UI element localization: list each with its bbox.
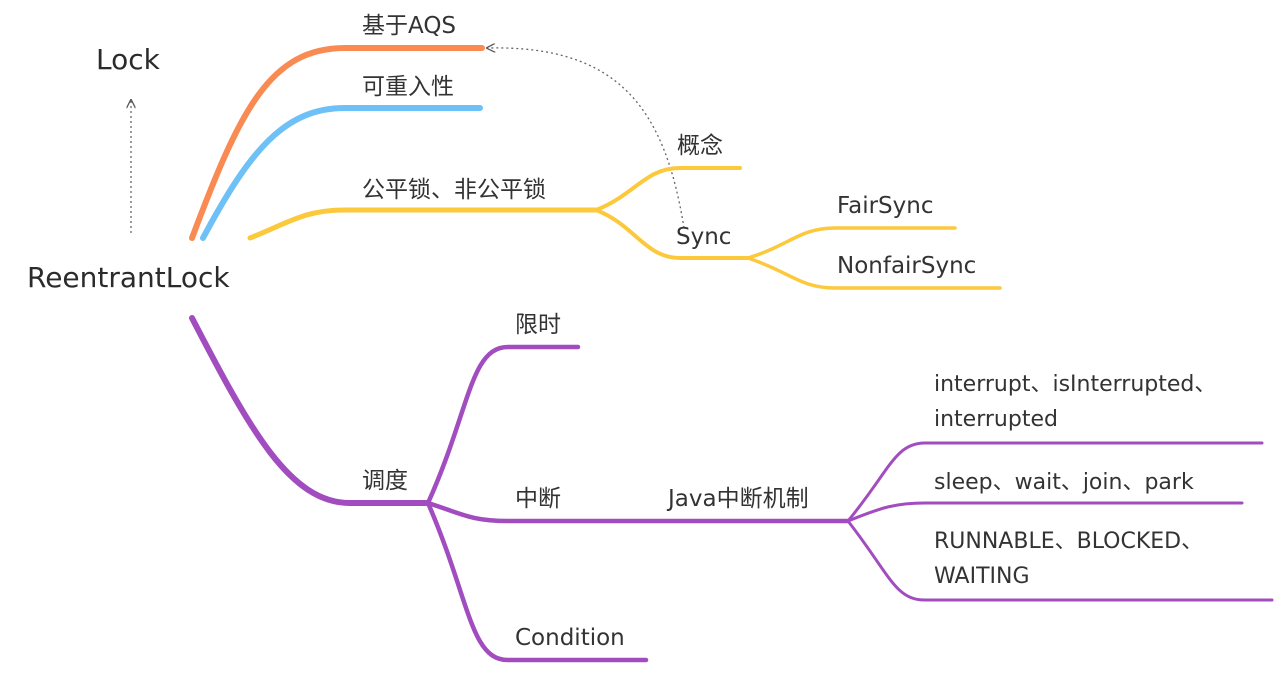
- node-fairsync[interactable]: FairSync: [837, 195, 934, 218]
- branch-line-timed: [425, 344, 581, 506]
- node-concept[interactable]: 概念: [677, 135, 723, 158]
- node-lock[interactable]: Lock: [96, 46, 160, 74]
- node-blocking-methods[interactable]: sleep、wait、join、park: [934, 465, 1194, 500]
- node-aqs[interactable]: 基于AQS: [362, 15, 456, 38]
- node-thread-states[interactable]: RUNNABLE、BLOCKED、 WAITING: [934, 524, 1203, 594]
- node-interrupt[interactable]: 中断: [515, 488, 561, 511]
- interrupt-methods-line-1: interrupt、isInterrupted、: [934, 372, 1217, 397]
- node-schedule[interactable]: 调度: [362, 470, 408, 493]
- branch-line-fairness: [247, 207, 599, 241]
- node-nonfairsync[interactable]: NonfairSync: [837, 255, 976, 278]
- node-fairness[interactable]: 公平锁、非公平锁: [362, 179, 546, 202]
- branch-line-reentrant: [200, 105, 483, 241]
- branch-line-blocking: [846, 501, 1244, 523]
- thread-states-line-1: RUNNABLE、BLOCKED、: [934, 529, 1204, 554]
- node-condition[interactable]: Condition: [515, 627, 625, 650]
- thread-states-line-2: WAITING: [934, 564, 1030, 590]
- node-reentrant[interactable]: 可重入性: [362, 76, 454, 99]
- node-java-interrupt[interactable]: Java中断机制: [668, 488, 809, 511]
- branch-line-concept: [594, 166, 742, 212]
- node-interrupt-methods[interactable]: interrupt、isInterrupted、 interrupted: [934, 367, 1216, 437]
- node-sync[interactable]: Sync: [676, 226, 731, 249]
- node-timed[interactable]: 限时: [515, 314, 561, 337]
- node-reentrantlock[interactable]: ReentrantLock: [27, 264, 230, 292]
- interrupt-methods-line-2: interrupted: [934, 407, 1058, 433]
